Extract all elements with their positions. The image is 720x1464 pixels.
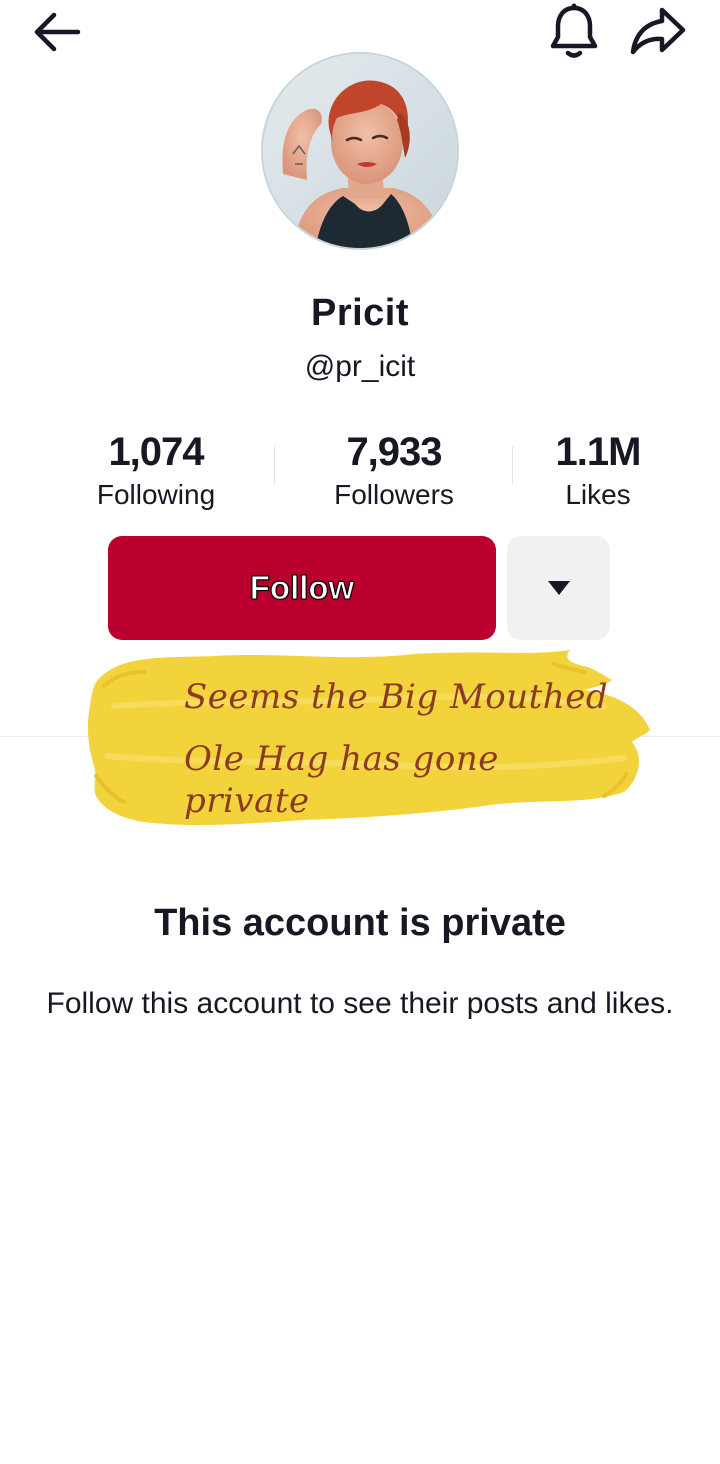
arrow-left-icon xyxy=(34,12,81,52)
stat-likes: 1.1M Likes xyxy=(526,426,670,512)
stat-divider xyxy=(274,446,275,484)
bell-icon xyxy=(550,3,598,58)
caret-down-icon xyxy=(547,581,570,595)
sticker-caption-line2: Ole Hag has gone private xyxy=(184,739,499,821)
followers-count: 7,933 xyxy=(346,430,442,474)
stat-divider xyxy=(512,446,513,484)
share-arrow-icon xyxy=(630,7,686,55)
back-button[interactable] xyxy=(24,4,88,60)
avatar-photo xyxy=(263,54,457,248)
private-account-description: Follow this account to see their posts a… xyxy=(46,987,674,1020)
profile-username: @pr_icit xyxy=(304,350,416,383)
sticker-caption-line1: Seems the Big Mouthed xyxy=(184,677,609,717)
private-account-title: This account is private xyxy=(154,902,566,944)
following-count: 1,074 xyxy=(108,430,204,474)
share-button[interactable] xyxy=(624,0,692,62)
likes-count: 1.1M xyxy=(555,430,642,474)
notification-button[interactable] xyxy=(543,0,605,62)
profile-display-name: Pricit xyxy=(310,292,410,334)
stat-followers[interactable]: 7,933 Followers xyxy=(304,426,484,512)
likes-label: Likes xyxy=(565,479,631,510)
profile-avatar[interactable] xyxy=(261,52,459,250)
suggested-accounts-button[interactable] xyxy=(507,536,610,640)
following-label: Following xyxy=(96,479,216,510)
follow-button[interactable]: Follow xyxy=(108,536,496,640)
sticker-caption: Seems the Big Mouthed Ole Hag has gone p… xyxy=(100,676,620,822)
followers-label: Followers xyxy=(334,479,454,510)
stat-following[interactable]: 1,074 Following xyxy=(66,426,246,512)
